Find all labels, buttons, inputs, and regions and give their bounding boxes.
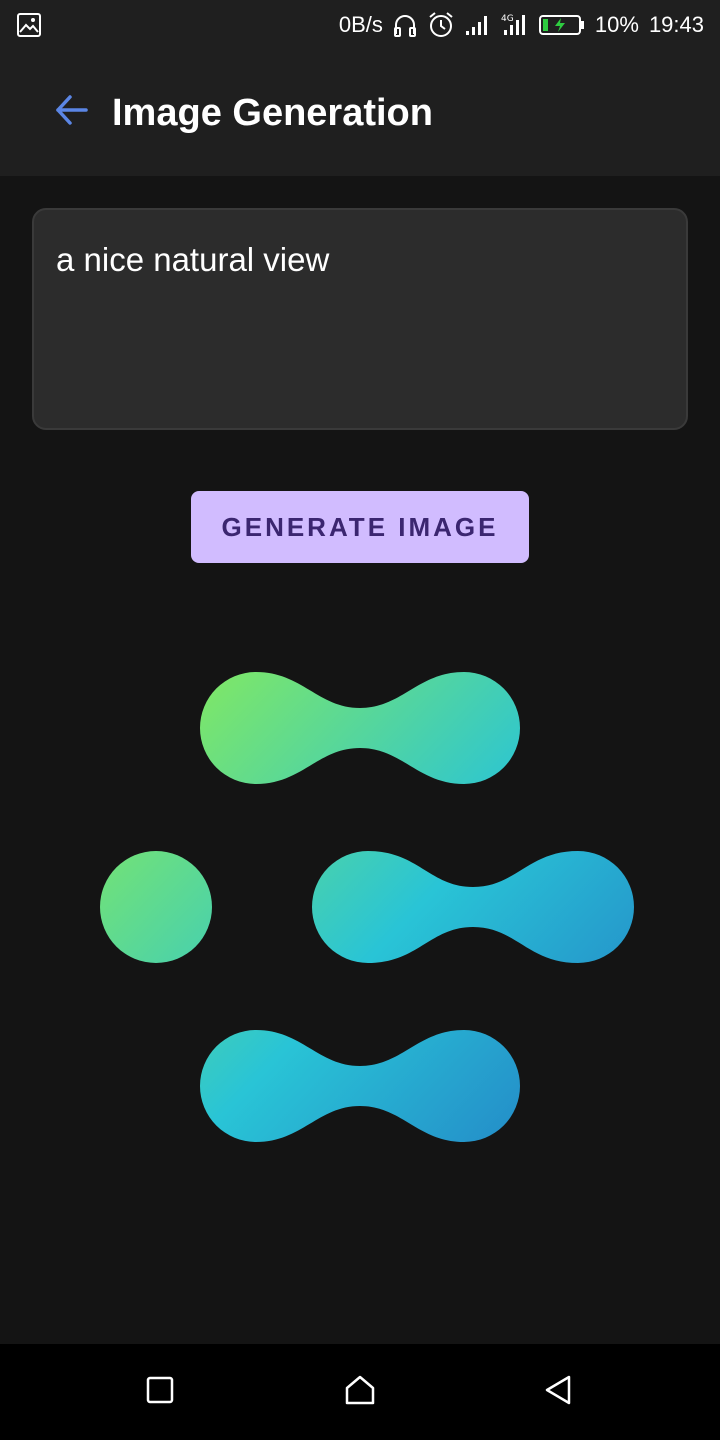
loader-dot-left — [100, 851, 212, 963]
prompt-input-value: a nice natural view — [56, 241, 330, 278]
battery-percent: 10% — [594, 12, 639, 37]
nav-back-button[interactable] — [532, 1366, 584, 1418]
net-speed: 0B/s — [338, 12, 383, 37]
prompt-input[interactable]: a nice natural view — [32, 208, 688, 430]
loader-blob-bottom — [200, 1030, 520, 1142]
status-bar: 0B/s 4G 10% 19:43 — [0, 0, 720, 50]
clock: 19:43 — [648, 12, 704, 37]
battery-charging-icon — [538, 14, 585, 36]
home-icon — [344, 1374, 376, 1411]
status-icons: 0B/s 4G 10% 19:43 — [339, 0, 704, 50]
signal-icon — [465, 13, 491, 37]
recent-apps-button[interactable] — [134, 1366, 186, 1418]
signal-icon: 4G — [501, 12, 529, 38]
arrow-left-icon — [54, 92, 90, 133]
square-icon — [145, 1375, 175, 1410]
generate-image-button[interactable]: GENERATE IMAGE — [191, 491, 529, 563]
screen: 0B/s 4G 10% 19:43 Image Generation a nic… — [0, 0, 720, 1440]
page-title: Image Generation — [112, 92, 433, 134]
navigation-bar — [0, 1344, 720, 1440]
back-triangle-icon — [543, 1374, 573, 1411]
alarm-icon — [427, 11, 455, 39]
loader-blob-right — [312, 851, 634, 963]
svg-text:4G: 4G — [501, 14, 514, 24]
back-button[interactable] — [44, 84, 100, 140]
image-icon — [16, 12, 42, 38]
home-button[interactable] — [334, 1366, 386, 1418]
headphones-icon — [393, 12, 417, 38]
loader-blob-top — [200, 672, 520, 784]
app-bar: Image Generation — [0, 50, 720, 176]
